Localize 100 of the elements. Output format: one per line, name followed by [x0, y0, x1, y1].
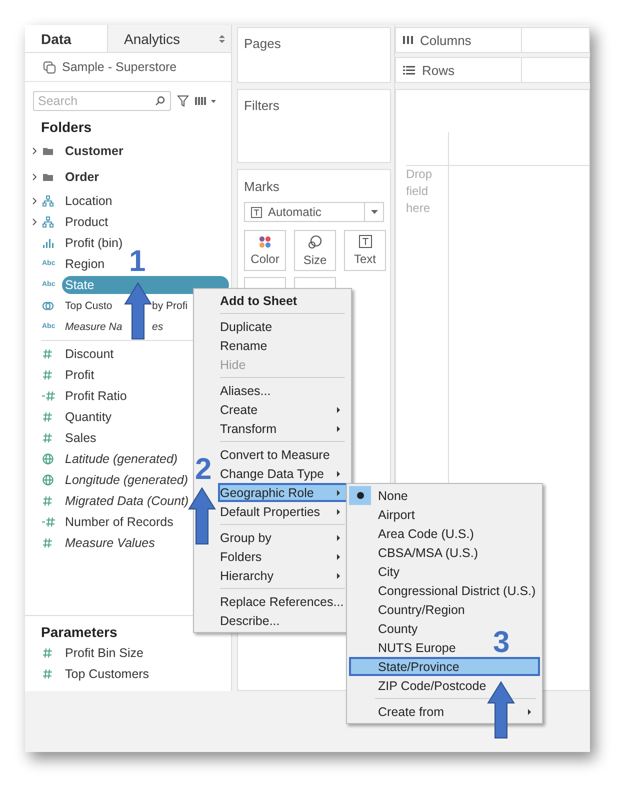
marks-button[interactable]: Text	[344, 230, 386, 271]
menu-item[interactable]: Area Code (U.S.)	[349, 524, 482, 543]
search-field[interactable]: Search	[33, 91, 171, 111]
shelf-label: Rows	[422, 62, 455, 78]
field-item[interactable]: Profit Bin Size	[62, 644, 149, 662]
rows-icon	[403, 64, 415, 76]
field-item[interactable]: Discount	[62, 344, 119, 362]
menu-item[interactable]: Geographic Role	[218, 483, 349, 502]
caret-icon	[370, 210, 378, 214]
menu-item[interactable]: Airport	[349, 505, 423, 524]
menu-item[interactable]: Add to Sheet	[218, 291, 349, 310]
field-item[interactable]: Measure Values	[62, 534, 160, 552]
field-item[interactable]: Order	[62, 168, 104, 186]
calculated-number-icon	[42, 390, 57, 402]
menu-item[interactable]: State/Province	[349, 657, 540, 676]
menu-item[interactable]: NUTS Europe	[349, 638, 464, 657]
menu-item[interactable]: Replace References...	[218, 592, 349, 611]
chevron-icon[interactable]	[32, 173, 37, 181]
marks-button[interactable]: Size	[294, 230, 336, 271]
menu-item[interactable]: Default Properties	[218, 502, 349, 521]
menu-item[interactable]: Congressional District (U.S.)	[349, 581, 544, 600]
chevron-icon[interactable]	[32, 147, 37, 155]
sort-icon	[219, 34, 225, 42]
shelf[interactable]: Rows	[395, 57, 590, 83]
card-title: Marks	[244, 179, 280, 194]
menu-item[interactable]: None	[349, 486, 416, 505]
number-icon	[42, 536, 54, 548]
color-dots-icon	[259, 236, 271, 248]
submenu-arrow-icon	[335, 508, 341, 516]
filter-icon[interactable]	[177, 95, 189, 107]
up-arrow-icon	[188, 487, 216, 545]
mark-type-dropdown[interactable]: Automatic	[244, 202, 384, 222]
shelf[interactable]: Columns	[395, 27, 590, 53]
view-options-icon[interactable]	[195, 96, 217, 106]
menu-item[interactable]: Transform	[218, 419, 349, 438]
number-icon	[42, 368, 54, 380]
marks-button[interactable]: Color	[244, 230, 286, 271]
field-item[interactable]: Quantity	[62, 408, 117, 426]
menu-item[interactable]: Convert to Measure	[218, 445, 349, 464]
number-icon	[42, 432, 54, 444]
menu-item[interactable]: Create	[218, 400, 349, 419]
field-item[interactable]: Latitude (generated)	[62, 450, 183, 468]
data-source-name[interactable]: Sample - Superstore	[62, 60, 177, 74]
menu-item[interactable]: ZIP Code/Postcode	[349, 676, 494, 695]
field-item[interactable]: Sales	[62, 428, 102, 446]
submenu-arrow-icon	[526, 708, 532, 716]
tab[interactable]: Analytics	[107, 25, 231, 52]
menu-item[interactable]: County	[349, 619, 426, 638]
menu-item[interactable]: Rename	[218, 336, 349, 355]
hierarchy-icon	[42, 216, 54, 228]
folder-icon	[42, 171, 54, 183]
field-item[interactable]: Top Customers	[62, 665, 154, 683]
folder-icon	[42, 145, 54, 157]
number-icon	[42, 494, 54, 506]
chevron-icon[interactable]	[32, 196, 37, 204]
menu-item[interactable]: Country/Region	[349, 600, 473, 619]
submenu-arrow-icon	[335, 470, 341, 478]
number-icon	[42, 668, 54, 680]
submenu-arrow-icon	[335, 406, 341, 414]
columns-icon	[403, 34, 413, 46]
section-heading: Folders	[40, 118, 93, 137]
calculated-number-icon	[42, 516, 57, 528]
menu-item[interactable]: Duplicate	[218, 317, 349, 336]
submenu-arrow-icon	[335, 572, 341, 580]
drop-hint: Drop field here	[406, 167, 432, 215]
globe-icon	[42, 474, 54, 486]
chevron-icon[interactable]	[32, 218, 37, 226]
menu-item[interactable]: Create from	[349, 702, 540, 721]
text-mark-icon	[358, 235, 372, 248]
field-item[interactable]: Profit	[62, 366, 100, 384]
menu-item[interactable]: Describe...	[218, 611, 349, 630]
field-item[interactable]: Region	[62, 254, 110, 272]
field-item[interactable]: Number of Records	[62, 512, 178, 530]
field-item[interactable]: Longitude (generated)	[62, 470, 194, 488]
field-item[interactable]: Customer	[62, 142, 128, 160]
menu-item[interactable]: Folders	[218, 547, 349, 566]
menu-item[interactable]: Aliases...	[218, 381, 349, 400]
number-icon	[42, 410, 54, 422]
size-circles-icon	[308, 234, 322, 248]
menu-item[interactable]: Group by	[218, 528, 349, 547]
submenu-arrow-icon	[335, 488, 341, 496]
field-item[interactable]: Top Custo	[65, 296, 123, 316]
field-item[interactable]: Product	[62, 212, 114, 230]
field-item[interactable]: by Profi	[152, 296, 188, 316]
set-icon	[42, 300, 54, 312]
step-number: 2	[195, 455, 212, 485]
menu-item[interactable]: Hierarchy	[218, 566, 349, 585]
field-item[interactable]: es	[152, 316, 164, 336]
globe-icon	[42, 452, 54, 464]
field-item[interactable]: Profit (bin)	[62, 234, 128, 252]
menu-item[interactable]: City	[349, 562, 408, 581]
field-item[interactable]: Location	[62, 192, 118, 210]
field-item[interactable]: Profit Ratio	[62, 386, 132, 404]
bin-icon	[42, 236, 54, 248]
step-number: 1	[129, 247, 146, 277]
card-title: Pages	[244, 36, 281, 51]
menu-item[interactable]: Change Data Type	[218, 464, 349, 483]
field-item[interactable]: Measure Na	[65, 316, 123, 336]
menu-item[interactable]: CBSA/MSA (U.S.)	[349, 543, 486, 562]
up-arrow-icon	[487, 681, 515, 739]
